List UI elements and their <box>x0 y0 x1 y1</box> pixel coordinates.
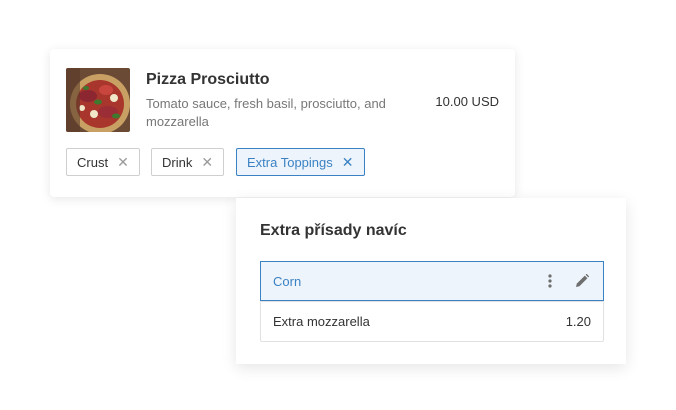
pizza-image <box>66 68 130 132</box>
chip-drink[interactable]: Drink ✕ <box>151 148 225 176</box>
pencil-icon[interactable] <box>573 272 591 290</box>
chip-label: Drink <box>162 154 193 170</box>
option-list: Corn Extra mozzarella 1.20 <box>260 261 604 342</box>
chip-label: Extra Toppings <box>247 154 333 170</box>
close-icon[interactable]: ✕ <box>201 155 213 169</box>
item-price: 10.00 USD <box>435 94 499 109</box>
close-icon[interactable]: ✕ <box>117 155 129 169</box>
menu-item-card: Pizza Prosciutto Tomato sauce, fresh bas… <box>50 49 515 197</box>
chip-extra-toppings[interactable]: Extra Toppings ✕ <box>236 148 365 176</box>
chip-crust[interactable]: Crust ✕ <box>66 148 140 176</box>
item-description: Tomato sauce, fresh basil, prosciutto, a… <box>146 96 386 129</box>
option-label: Extra mozzarella <box>273 314 370 329</box>
chip-label: Crust <box>77 154 109 170</box>
option-price: 1.20 <box>565 314 591 329</box>
close-icon[interactable]: ✕ <box>342 155 354 169</box>
option-row-extra-mozzarella[interactable]: Extra mozzarella 1.20 <box>261 301 603 341</box>
more-vertical-icon[interactable] <box>541 272 559 290</box>
popover-title: Extra přísady navíc <box>260 222 407 239</box>
option-label: Corn <box>273 273 302 289</box>
modifier-popover: Extra přísady navíc Corn Extra mozzarell… <box>236 198 626 364</box>
option-row-corn[interactable]: Corn <box>260 261 604 301</box>
item-title: Pizza Prosciutto <box>146 71 270 88</box>
